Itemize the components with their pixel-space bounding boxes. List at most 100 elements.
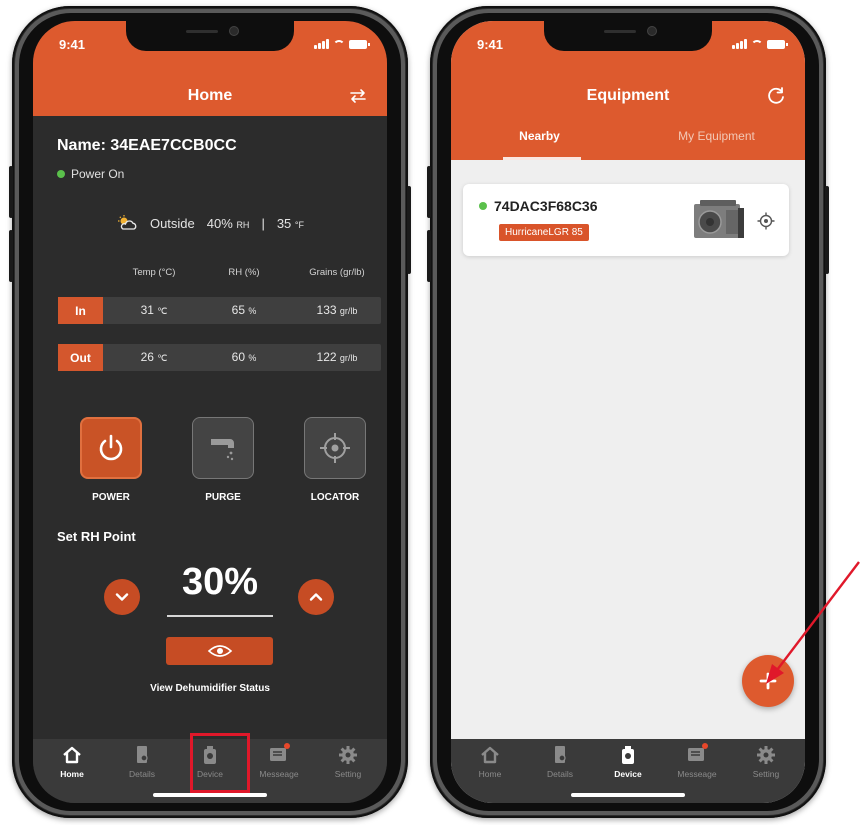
tab-details[interactable]: Details bbox=[107, 744, 177, 786]
in-grains: 133 gr/lb bbox=[289, 303, 385, 317]
signal-icon bbox=[314, 39, 329, 49]
out-rh-value: 60 bbox=[231, 350, 245, 364]
out-temp-unit: ℃ bbox=[157, 353, 168, 363]
gear-icon bbox=[757, 746, 775, 764]
tab-label: Messeage bbox=[677, 769, 717, 779]
out-grains-unit: gr/lb bbox=[339, 353, 358, 363]
gear-icon bbox=[339, 746, 357, 764]
table-row-in: In 31 ℃ 65 % 133 gr/lb bbox=[58, 297, 381, 324]
tab-details[interactable]: Details bbox=[525, 744, 595, 786]
tab-bar: Home Details Device Messeage Setting bbox=[451, 739, 805, 803]
home-icon bbox=[481, 746, 499, 764]
power-button[interactable] bbox=[80, 417, 142, 479]
crosshair-icon bbox=[320, 433, 350, 463]
purge-label: PURGE bbox=[205, 492, 241, 503]
phone-home: 9:41 Home Name: 34EAE7CCB0CC Power On Ou… bbox=[9, 6, 411, 818]
crosshair-icon[interactable] bbox=[757, 212, 775, 230]
outside-conditions: Outside 40% RH | 35 °F bbox=[33, 214, 387, 232]
decrease-button[interactable] bbox=[104, 579, 140, 615]
locator-label: LOCATOR bbox=[310, 492, 360, 503]
chevron-down-icon bbox=[115, 593, 129, 601]
equipment-tabs: Nearby My Equipment bbox=[451, 129, 805, 160]
tab-underline bbox=[503, 157, 581, 160]
page-title: Home bbox=[187, 87, 233, 104]
status-icons bbox=[314, 39, 370, 49]
tab-label: Details bbox=[547, 769, 573, 779]
tab-label: Home bbox=[478, 769, 502, 779]
device-icon bbox=[622, 746, 634, 764]
refresh-icon[interactable] bbox=[765, 85, 787, 107]
power-status-label: Power On bbox=[71, 167, 125, 181]
message-icon bbox=[268, 743, 290, 766]
outside-rh-value: 40% bbox=[206, 215, 233, 231]
details-icon bbox=[137, 746, 148, 763]
status-dot bbox=[57, 170, 65, 178]
out-grains-value: 122 bbox=[316, 350, 337, 364]
set-rh-title: Set RH Point bbox=[57, 529, 136, 544]
setpoint-underline bbox=[167, 615, 273, 617]
outside-rh-unit: RH bbox=[236, 219, 250, 230]
separator: | bbox=[261, 215, 265, 231]
in-grains-value: 133 bbox=[316, 303, 337, 317]
outside-temp: 35 °F bbox=[277, 216, 304, 231]
in-grains-unit: gr/lb bbox=[339, 306, 358, 316]
increase-button[interactable] bbox=[298, 579, 334, 615]
faucet-icon bbox=[211, 439, 234, 461]
online-dot bbox=[479, 202, 487, 210]
power-label: POWER bbox=[92, 492, 130, 503]
page-title: Equipment bbox=[586, 87, 670, 104]
in-temp-unit: ℃ bbox=[157, 306, 168, 316]
in-temp-value: 31 bbox=[140, 303, 154, 317]
purge-button[interactable] bbox=[192, 417, 254, 479]
tab-setting[interactable]: Setting bbox=[313, 744, 383, 786]
tab-home[interactable]: Home bbox=[37, 744, 107, 786]
wifi-icon bbox=[333, 40, 345, 49]
battery-icon bbox=[767, 40, 788, 49]
details-icon bbox=[555, 746, 566, 763]
rh-setpoint: 30% bbox=[181, 561, 259, 603]
locator-button[interactable] bbox=[304, 417, 366, 479]
in-rh-value: 65 bbox=[231, 303, 245, 317]
volume-button bbox=[9, 166, 13, 218]
home-screen: 9:41 Home Name: 34EAE7CCB0CC Power On Ou… bbox=[33, 21, 387, 803]
in-rh-unit: % bbox=[248, 306, 257, 316]
outside-label: Outside bbox=[149, 215, 195, 231]
notch bbox=[126, 21, 294, 51]
device-card[interactable]: 74DAC3F68C36 HurricaneLGR 85 bbox=[463, 184, 789, 256]
out-temp-value: 26 bbox=[140, 350, 154, 364]
outside-temp-value: 35 bbox=[276, 215, 292, 231]
tab-my-equipment[interactable]: My Equipment bbox=[628, 129, 805, 143]
tab-setting[interactable]: Setting bbox=[731, 744, 801, 786]
switch-icon[interactable] bbox=[347, 85, 369, 107]
tab-device[interactable]: Device bbox=[593, 744, 663, 786]
tab-message[interactable]: Messeage bbox=[244, 743, 314, 786]
tab-message[interactable]: Messeage bbox=[662, 743, 732, 786]
notification-dot bbox=[702, 743, 708, 749]
tab-label: Setting bbox=[334, 769, 362, 779]
status-icons bbox=[732, 39, 788, 49]
battery-icon bbox=[349, 40, 370, 49]
wifi-icon bbox=[751, 40, 763, 49]
outside-temp-unit: °F bbox=[294, 219, 305, 230]
tab-label: Home bbox=[60, 769, 84, 779]
tab-nearby[interactable]: Nearby bbox=[451, 129, 628, 143]
power-icon bbox=[99, 434, 123, 461]
out-rh: 60 % bbox=[199, 350, 289, 364]
tab-home[interactable]: Home bbox=[455, 744, 525, 786]
home-icon bbox=[63, 746, 81, 764]
in-temp: 31 ℃ bbox=[109, 303, 199, 317]
volume-button bbox=[427, 230, 431, 282]
in-rh: 65 % bbox=[199, 303, 289, 317]
power-side-button bbox=[825, 186, 829, 274]
dehumidifier-image bbox=[694, 200, 744, 238]
power-side-button bbox=[407, 186, 411, 274]
phone-equipment: 9:41 Equipment Nearby My Equipment 74DAC… bbox=[427, 6, 829, 818]
view-status-button[interactable] bbox=[166, 637, 273, 665]
cloud-sun-icon bbox=[117, 215, 137, 230]
model-badge: HurricaneLGR 85 bbox=[499, 224, 589, 241]
home-indicator bbox=[571, 793, 685, 797]
notch bbox=[544, 21, 712, 51]
status-time: 9:41 bbox=[477, 37, 504, 52]
status-time: 9:41 bbox=[59, 37, 86, 52]
column-header-temp: Temp (°C) bbox=[132, 267, 176, 278]
